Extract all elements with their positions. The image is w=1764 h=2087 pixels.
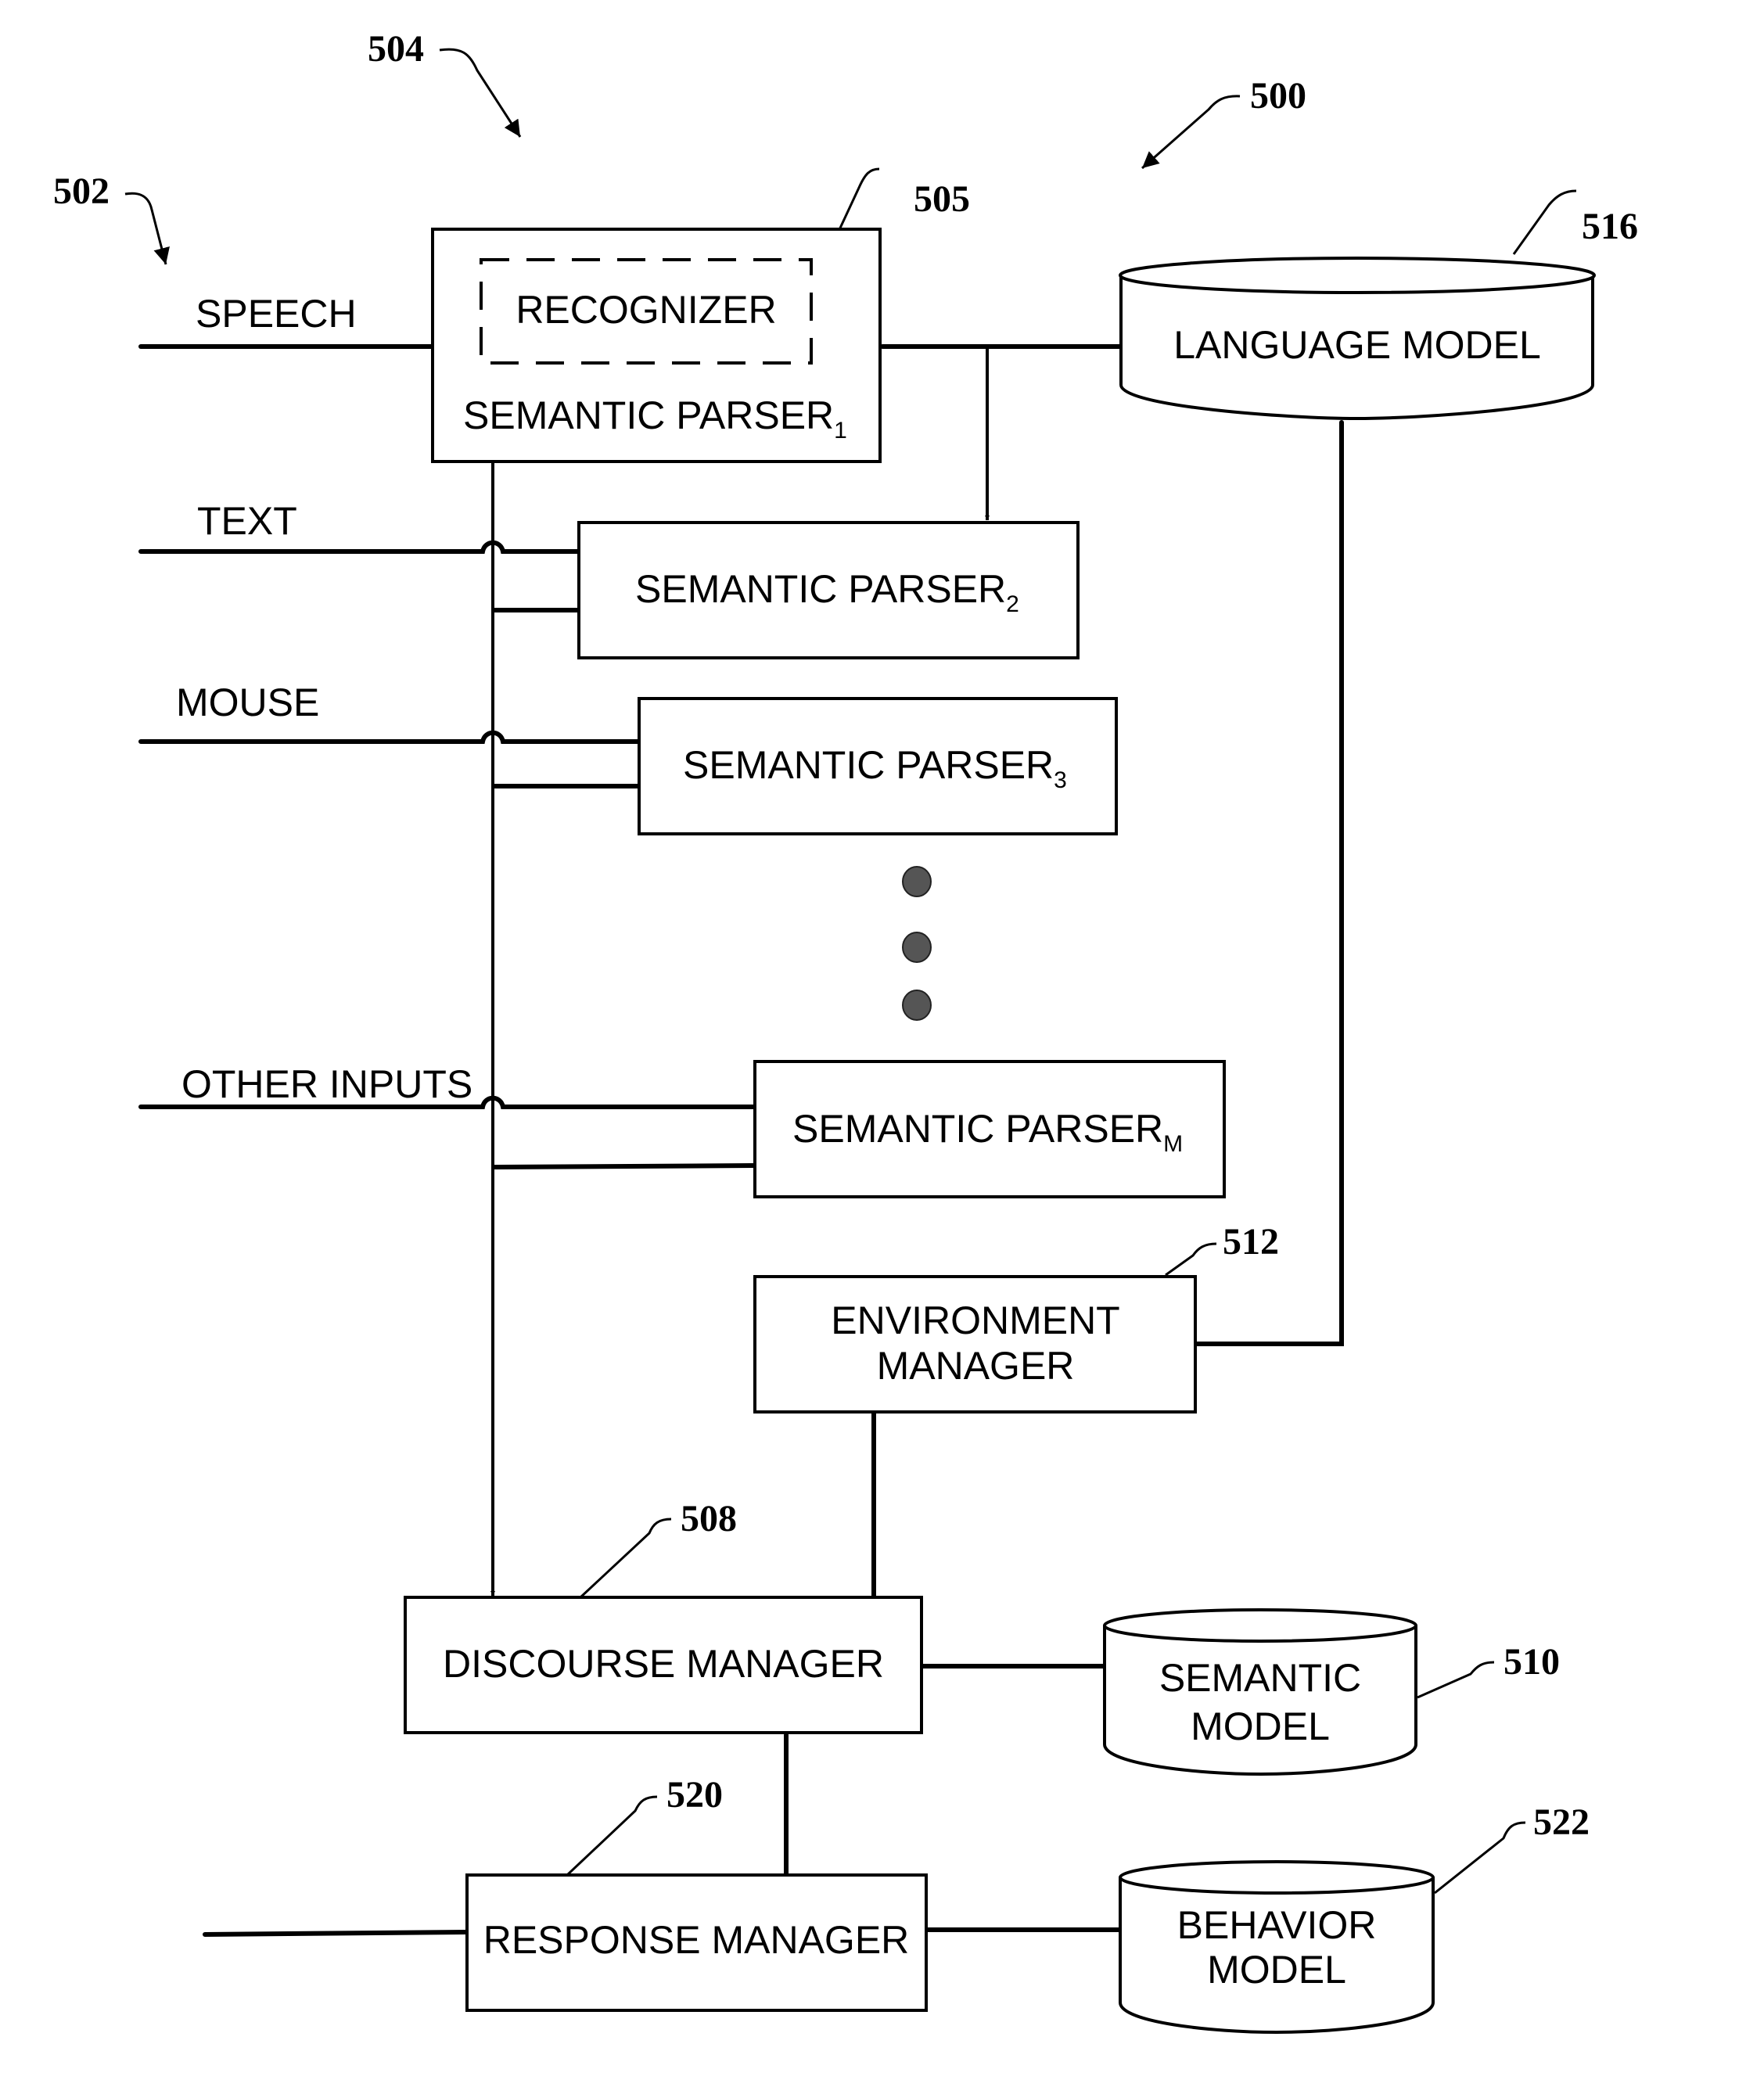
language-model-label: LANGUAGE MODEL (1173, 323, 1541, 367)
language-model-top (1119, 257, 1596, 294)
semantic-model-label-1: SEMANTIC (1159, 1656, 1361, 1700)
ref-leader-508 (579, 1518, 672, 1599)
ellipsis-dot-1 (902, 866, 932, 897)
ref-label-500: 500 (1250, 75, 1306, 117)
ref-502: 502 (53, 171, 170, 265)
ref-label-520: 520 (666, 1774, 723, 1816)
ref-arrow-500 (1141, 95, 1241, 170)
ref-leader-510 (1417, 1661, 1495, 1699)
ellipsis-dot-2 (902, 932, 932, 963)
system-diagram: 504 502 500 505 516 RECOGNIZER SEMANTIC … (53, 28, 1638, 2035)
environment-manager-label-1: ENVIRONMENT (831, 1299, 1119, 1342)
ref-label-505: 505 (914, 178, 970, 220)
input-label-other: OTHER INPUTS (181, 1062, 472, 1106)
text-arrow (138, 540, 580, 554)
behavior-model-label-1: BEHAVIOR (1177, 1903, 1377, 1947)
semantic-parser-1-label: SEMANTIC PARSER1 (463, 393, 847, 444)
semantic-parser-2-label: SEMANTIC PARSER2 (635, 567, 1019, 617)
semantic-parser-3-label: SEMANTIC PARSER3 (683, 743, 1067, 793)
response-manager[interactable]: RESPONSE MANAGER (465, 1873, 928, 2012)
ellipsis-dot-3 (902, 990, 932, 1021)
semantic-model-store[interactable]: SEMANTIC MODEL (1103, 1608, 1417, 1776)
semantic-model-body (1103, 1625, 1417, 1776)
ref-label-510: 510 (1504, 1641, 1560, 1683)
ref-500: 500 (1141, 75, 1306, 170)
ref-label-508: 508 (681, 1498, 737, 1539)
ref-label-516: 516 (1582, 206, 1638, 247)
environment-manager[interactable]: ENVIRONMENT MANAGER (753, 1275, 1197, 1413)
ref-label-504: 504 (368, 28, 424, 70)
ref-label-522: 522 (1533, 1801, 1590, 1843)
discourse-manager-label: DISCOURSE MANAGER (443, 1642, 884, 1686)
response-output-arrow (203, 1930, 468, 1937)
semantic-parser-m-label: SEMANTIC PARSERM (792, 1107, 1183, 1157)
behavior-model-store[interactable]: BEHAVIOR MODEL (1119, 1860, 1435, 2035)
behavior-model-top (1119, 1860, 1435, 1895)
semantic-parser-1[interactable]: RECOGNIZER SEMANTIC PARSER1 (431, 228, 882, 463)
ref-leader-522 (1434, 1821, 1526, 1895)
semantic-parser-m[interactable]: SEMANTIC PARSERM (753, 1060, 1226, 1198)
mouse-arrow (138, 730, 640, 744)
semantic-model-top (1103, 1608, 1417, 1643)
input-label-text: TEXT (197, 499, 297, 543)
language-model-store[interactable]: LANGUAGE MODEL (1119, 257, 1596, 421)
input-label-mouse: MOUSE (176, 681, 319, 724)
recognizer-label: RECOGNIZER (516, 288, 776, 332)
ref-leader-516 (1512, 189, 1577, 255)
ellipsis-dots (902, 866, 932, 1021)
semantic-parser-2[interactable]: SEMANTIC PARSER2 (577, 521, 1080, 659)
ref-label-502: 502 (53, 171, 110, 212)
behavior-model-label-2: MODEL (1207, 1948, 1346, 1992)
ref-leader-512 (1165, 1242, 1217, 1277)
ref-leader-520 (566, 1795, 658, 1877)
response-manager-label: RESPONSE MANAGER (483, 1918, 910, 1962)
environment-languagemodel-arrow (1195, 420, 1344, 1346)
environment-manager-label-2: MANAGER (877, 1344, 1075, 1388)
ref-arrow-502 (124, 192, 170, 265)
ref-label-512: 512 (1223, 1221, 1279, 1263)
semantic-parser-3[interactable]: SEMANTIC PARSER3 (638, 697, 1118, 835)
ref-504: 504 (368, 28, 522, 138)
ref-516: 516 (1512, 189, 1638, 255)
bus-to-parserM-arrow (492, 1163, 756, 1169)
discourse-manager[interactable]: DISCOURSE MANAGER (404, 1596, 923, 1734)
input-label-speech: SPEECH (196, 292, 357, 336)
semantic-model-label-2: MODEL (1191, 1704, 1330, 1748)
ref-arrow-504 (439, 48, 522, 138)
